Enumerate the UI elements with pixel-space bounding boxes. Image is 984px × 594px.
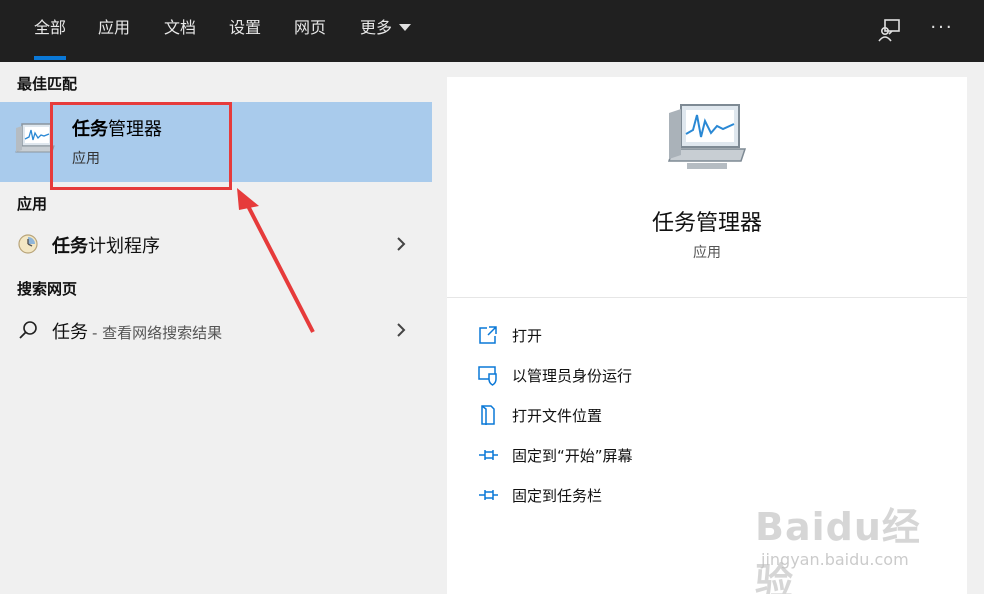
results-list: 最佳匹配 任务管理器 应用 应用 任务计划程序 搜索网页 任务 - 查看网络搜索结… [0,62,432,594]
action-label: 打开文件位置 [512,407,603,425]
action-label: 固定到“开始”屏幕 [512,447,633,465]
search-suffix: - 查看网络搜索结果 [92,324,223,342]
search-icon [19,321,37,339]
tab-all[interactable]: 全部 [34,0,67,62]
ellipsis-icon[interactable]: ··· [928,14,956,42]
chevron-down-icon [399,24,412,31]
chevron-right-icon[interactable] [394,320,408,340]
chevron-right-icon[interactable] [394,234,408,254]
tab-label: 应用 [98,18,131,37]
best-match-header: 最佳匹配 [17,75,78,93]
task-scheduler-icon [18,234,38,254]
tab-documents[interactable]: 文档 [164,0,196,62]
web-search-header: 搜索网页 [17,280,78,298]
annotation-highlight-box [50,102,232,190]
title-highlight: 任务 [52,236,88,257]
divider [447,297,967,298]
tab-settings[interactable]: 设置 [229,0,261,62]
baidu-watermark: Baidu经验 jingyan.baidu.com [755,488,955,594]
pin-icon [479,490,498,500]
tab-more[interactable]: 更多 [360,0,412,62]
open-icon [479,326,497,344]
feedback-icon[interactable] [876,16,904,44]
title-rest: 计划程序 [88,236,160,257]
tab-label: 全部 [34,18,67,37]
list-item-label: 任务计划程序 [52,232,160,258]
tab-label: 设置 [229,18,262,37]
tab-label: 更多 [360,18,393,37]
list-item-label: 任务 - 查看网络搜索结果 [52,318,222,344]
watermark-url: jingyan.baidu.com [761,550,909,569]
search-filter-bar: 全部 应用 文档 设置 网页 更多 ··· [0,0,984,62]
list-item-web-search[interactable]: 任务 - 查看网络搜索结果 [0,308,432,352]
tab-label: 文档 [164,18,197,37]
app-type: 应用 [693,245,721,261]
search-query: 任务 [52,322,88,343]
tab-apps[interactable]: 应用 [98,0,130,62]
file-location-icon [481,405,495,425]
tab-label: 网页 [294,18,327,37]
action-label: 以管理员身份运行 [512,367,633,385]
tab-web[interactable]: 网页 [294,0,326,62]
pin-icon [479,450,498,460]
shield-icon [478,366,497,386]
action-label: 固定到任务栏 [512,487,603,505]
window-edge [967,62,984,594]
apps-header: 应用 [17,195,48,213]
annotation-arrow [237,188,315,333]
app-title: 任务管理器 [651,211,762,236]
list-item-task-scheduler[interactable]: 任务计划程序 [0,222,432,266]
task-manager-icon [667,104,747,169]
action-label: 打开 [512,327,543,345]
watermark-text: Baidu经验 [755,505,921,594]
